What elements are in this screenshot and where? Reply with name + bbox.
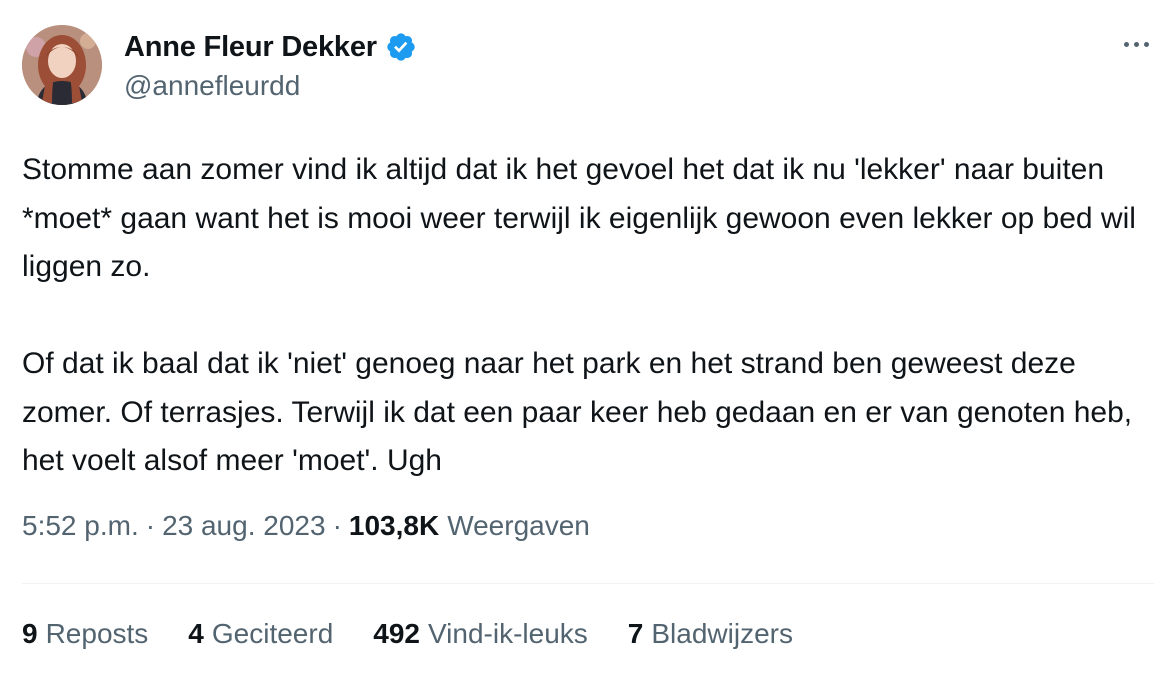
more-dot (1133, 41, 1139, 47)
more-horizontal-icon[interactable] (1116, 32, 1156, 56)
avatar[interactable] (22, 25, 102, 105)
avatar-photo (22, 25, 102, 105)
verified-badge-icon[interactable] (385, 31, 417, 63)
tweet-meta: 5:52 p.m. · 23 aug. 2023 · 103,8K Weerga… (22, 510, 590, 542)
stat-bookmarks[interactable]: 7 Bladwijzers (628, 618, 793, 650)
more-dot (1143, 41, 1149, 47)
stat-label: Geciteerd (211, 618, 334, 649)
engagement-stats: 9 Reposts 4 Geciteerd 492 Vind-ik-leuks … (22, 618, 833, 650)
user-handle[interactable]: @annefleurdd (124, 70, 300, 102)
stat-likes[interactable]: 492 Vind-ik-leuks (373, 618, 588, 650)
stat-label: Vind-ik-leuks (428, 618, 588, 649)
stat-count: 9 (22, 618, 38, 649)
views-label: Weergaven (447, 510, 590, 541)
tweet-paragraph: Stomme aan zomer vind ik altijd dat ik h… (22, 153, 1136, 283)
tweet-date[interactable]: 23 aug. 2023 (162, 510, 326, 542)
divider (22, 583, 1154, 584)
stat-quotes[interactable]: 4 Geciteerd (188, 618, 333, 650)
tweet-text: Stomme aan zomer vind ik altijd dat ik h… (22, 146, 1162, 486)
stat-label: Reposts (45, 618, 149, 649)
stat-count: 492 (373, 618, 420, 649)
stat-count: 7 (627, 618, 644, 649)
display-name[interactable]: Anne Fleur Dekker (124, 31, 377, 64)
tweet-time[interactable]: 5:52 p.m. (22, 510, 139, 542)
tweet-paragraph: Of dat ik baal dat ik 'niet' genoeg naar… (22, 347, 1133, 477)
stat-reposts[interactable]: 9 Reposts (22, 618, 148, 650)
more-dot (1123, 41, 1129, 47)
views-count: 103,8K (348, 510, 440, 541)
stat-count: 4 (188, 618, 204, 649)
name-row: Anne Fleur Dekker (124, 28, 417, 66)
meta-separator: · (145, 510, 156, 541)
meta-separator: · (332, 510, 342, 541)
stat-label: Bladwijzers (651, 618, 793, 649)
